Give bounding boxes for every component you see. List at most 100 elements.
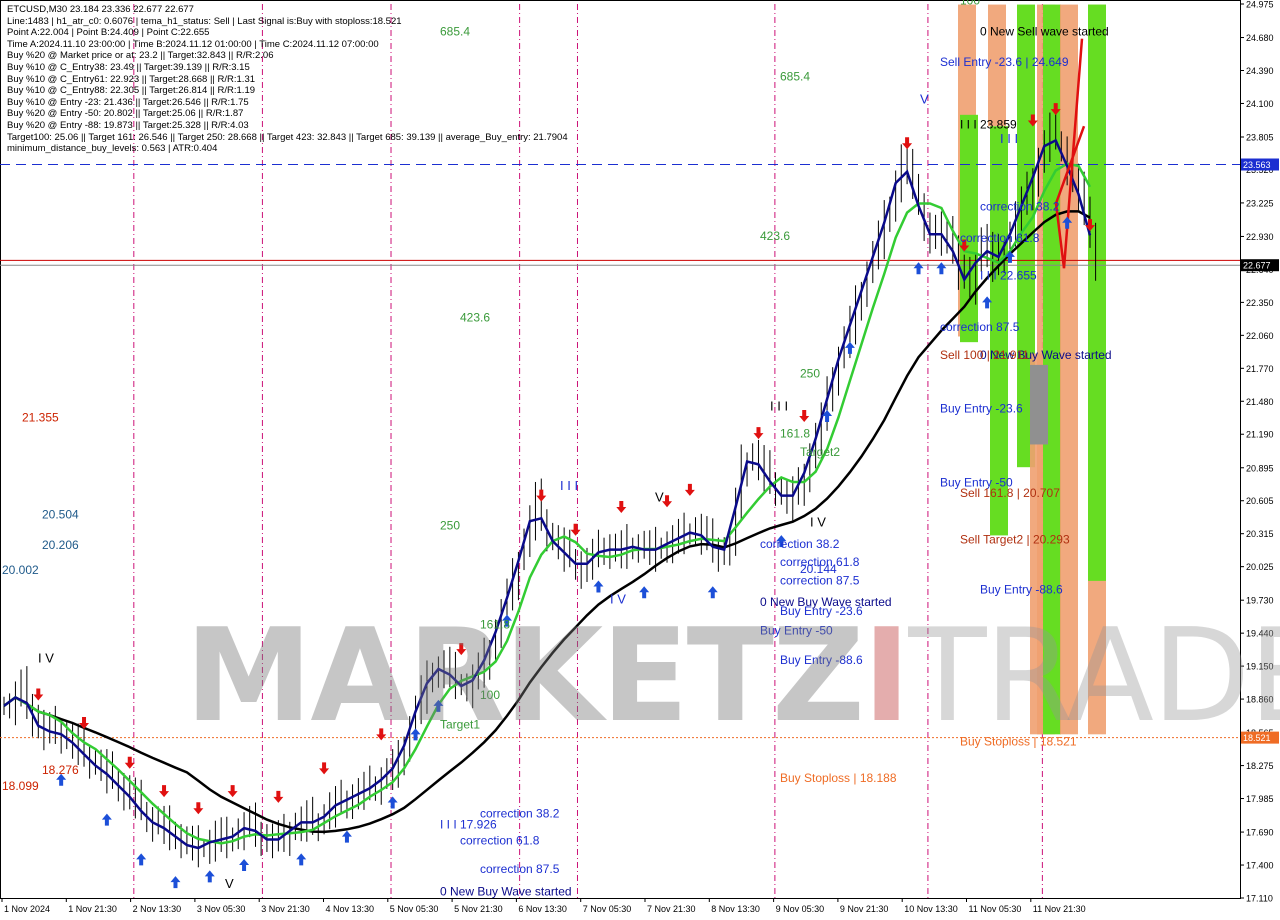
info-line: Buy %10 @ C_Entry88: 22.305 || Target:26…: [7, 85, 256, 97]
buy-arrow-icon: [341, 830, 352, 843]
x-tick-label: 9 Nov 05:30: [776, 904, 825, 914]
buy-arrow-icon: [296, 853, 307, 866]
sell-arrow-icon: [570, 523, 581, 536]
sell-arrow-icon: [536, 489, 547, 502]
chart-annotation: 423.6: [460, 311, 490, 325]
chart-annotation: Sell 100 | 21.911: [940, 348, 1029, 362]
chart-annotation: correction 61.8: [460, 834, 540, 848]
chart-annotation: correction 87.5: [480, 862, 560, 876]
buy-arrow-icon: [101, 813, 112, 826]
wave-label: V: [225, 876, 234, 891]
x-tick-label: 5 Nov 05:30: [390, 904, 439, 914]
x-tick-label: 1 Nov 21:30: [68, 904, 117, 914]
chart-annotation: correction 38.2: [760, 537, 840, 551]
chart-annotation: 685.4: [780, 70, 810, 84]
y-tick-label: 18.275: [1246, 761, 1274, 771]
info-line: Buy %20 @ Entry -88: 19.873 || Target:25…: [7, 119, 249, 131]
chart-annotation: 18.276: [42, 763, 79, 777]
signal-zone: [1088, 4, 1106, 581]
sell-arrow-icon: [33, 688, 44, 701]
sell-arrow-icon: [159, 785, 170, 798]
chart-annotation: Buy Entry -23.6: [940, 402, 1023, 416]
chart-annotation: I I I 17.926: [440, 818, 497, 832]
chart-annotation: 0 New Buy Wave started: [440, 885, 572, 899]
info-line: Buy %20 @ Market price or at: 23.2 || Ta…: [7, 50, 274, 62]
y-tick-label: 17.690: [1246, 828, 1274, 838]
y-tick-label: 20.605: [1246, 496, 1274, 506]
chart-annotation: Sell Target2 | 20.293: [960, 532, 1070, 546]
wave-label: I V: [38, 651, 54, 666]
indicator-info-panel: ETCUSD,M30 23.184 23.336 22.677 22.677 Li…: [7, 4, 568, 155]
x-tick-label: 4 Nov 13:30: [326, 904, 375, 914]
chart-annotation: 250: [440, 519, 460, 533]
chart-annotation: 20.002: [2, 563, 39, 577]
buy-arrow-icon: [387, 796, 398, 809]
chart-annotation: Target2: [800, 445, 840, 459]
chart-annotation: Buy Stoploss | 18.188: [780, 771, 897, 785]
chart-annotation: Sell Entry -23.6 | 24.649: [940, 55, 1069, 69]
buy-arrow-icon: [593, 580, 604, 593]
y-tick-label: 20.895: [1246, 463, 1274, 473]
y-tick-label: 20.025: [1246, 562, 1274, 572]
chart-annotation: Buy Entry -88.6: [980, 582, 1063, 596]
y-tick-label: 17.400: [1246, 861, 1274, 871]
x-tick-label: 11 Nov 05:30: [969, 904, 1022, 914]
sell-arrow-icon: [227, 785, 238, 798]
sell-arrow-icon: [684, 483, 695, 496]
y-tick-label: 22.930: [1246, 232, 1274, 242]
buy-arrow-icon: [239, 859, 250, 872]
info-line: Buy %10 @ C_Entry61: 22.923 || Target:28…: [7, 73, 256, 85]
chart-annotation: 100: [960, 0, 980, 8]
wave-label: V: [655, 489, 664, 504]
info-line: Target100: 25.06 || Target 161: 26.546 |…: [7, 131, 568, 143]
x-tick-label: 7 Nov 21:30: [647, 904, 696, 914]
y-tick-label: 20.315: [1246, 529, 1274, 539]
sell-arrow-icon: [193, 802, 204, 815]
wave-label: I V: [810, 514, 826, 529]
wave-label: V: [920, 91, 929, 106]
info-line: Buy %10 @ Entry -23: 21.436 || Target:26…: [7, 96, 249, 108]
chart-annotation: Sell 161.8 | 20.707: [960, 486, 1060, 500]
chart-annotation: 18.099: [2, 779, 39, 793]
buy-arrow-icon: [170, 876, 181, 889]
x-tick-label: 3 Nov 05:30: [197, 904, 246, 914]
chart-annotation: 423.6: [760, 229, 790, 243]
info-line: Buy %20 @ Entry -50: 20.802 || Target:25…: [7, 108, 244, 120]
chart-annotation: 20.504: [42, 507, 79, 521]
x-tick-label: 8 Nov 13:30: [711, 904, 760, 914]
buy-arrow-icon: [913, 262, 924, 275]
info-line: ETCUSD,M30 23.184 23.336 22.677 22.677: [7, 4, 194, 15]
price-tag-label: 22.677: [1243, 261, 1271, 271]
y-tick-label: 23.225: [1246, 198, 1274, 208]
buy-arrow-icon: [707, 586, 718, 599]
chart-annotation: 161.8: [780, 427, 810, 441]
y-tick-label: 21.190: [1246, 430, 1274, 440]
x-tick-label: 6 Nov 13:30: [518, 904, 567, 914]
buy-arrow-icon: [639, 586, 650, 599]
chart-annotation: I I I 23.859: [960, 117, 1017, 131]
wave-label: I I I: [560, 478, 578, 493]
y-tick-label: 17.985: [1246, 794, 1274, 804]
y-tick-label: 24.390: [1246, 66, 1274, 76]
y-tick-label: 21.770: [1246, 364, 1274, 374]
price-tag-label: 23.563: [1243, 160, 1271, 170]
chart-annotation: correction 87.5: [940, 320, 1020, 334]
watermark-part2: I: [862, 602, 911, 751]
buy-arrow-icon: [204, 870, 215, 883]
sell-arrow-icon: [753, 427, 764, 440]
x-tick-label: 2 Nov 13:30: [133, 904, 182, 914]
y-tick-label: 17.110: [1246, 894, 1273, 904]
info-line: Buy %10 @ C_Entry38: 23.49 || Target:39.…: [7, 61, 250, 73]
chart-annotation: correction 38.2: [980, 199, 1060, 213]
info-line: minimum_distance_buy_levels: 0.563 | ATR…: [7, 143, 218, 155]
x-tick-label: 11 Nov 21:30: [1033, 904, 1086, 914]
sell-arrow-icon: [799, 410, 810, 423]
y-tick-label: 24.975: [1246, 0, 1274, 10]
watermark-part3: TRADE: [908, 602, 1280, 751]
wave-label: I I I: [770, 398, 788, 413]
info-line: Point A:22.004 | Point B:24.409 | Point …: [7, 27, 210, 39]
info-line: Line:1483 | h1_atr_c0: 0.6076 | tema_h1_…: [7, 15, 402, 27]
wave-label: I I I: [1000, 131, 1018, 146]
x-tick-label: 1 Nov 2024: [4, 904, 50, 914]
buy-arrow-icon: [136, 853, 147, 866]
